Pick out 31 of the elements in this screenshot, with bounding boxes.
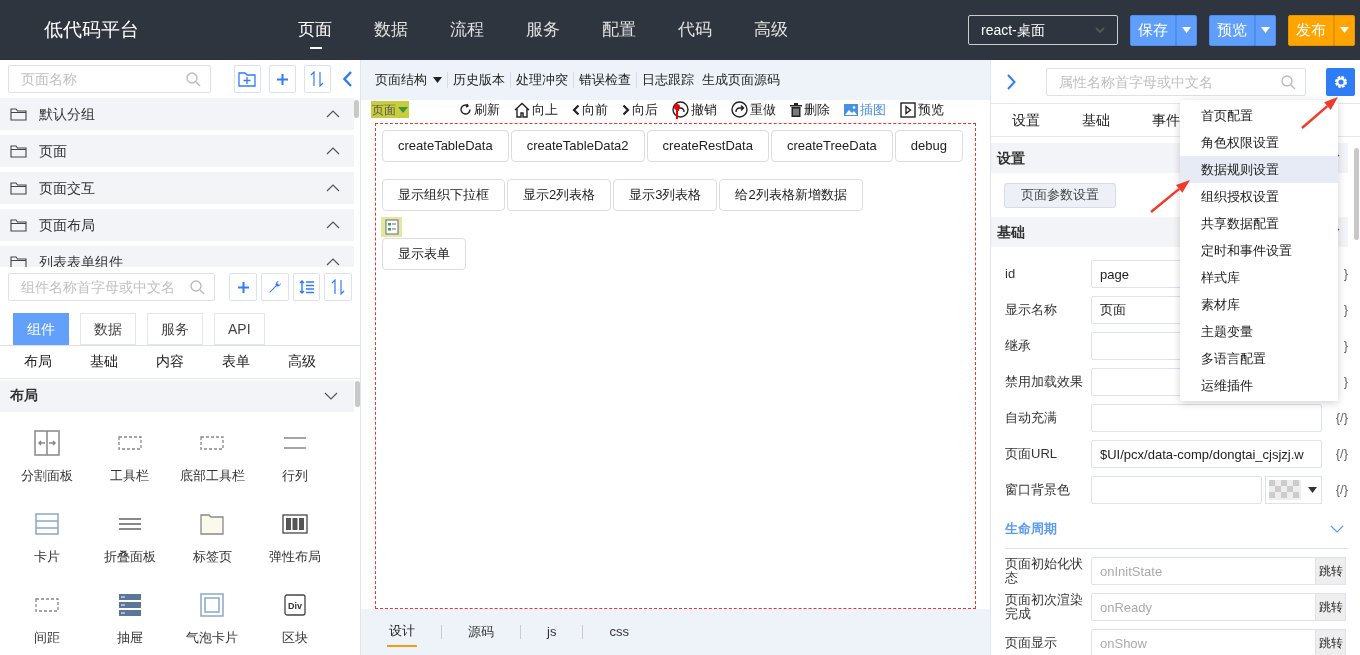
field-label: 继承 [1005, 337, 1032, 356]
component-label: 区块 [281, 629, 308, 647]
section-title: 基础 [997, 222, 1025, 242]
section-title: 布局 [10, 386, 38, 406]
component-label: 气泡卡片 [186, 629, 239, 647]
component-label: 工具栏 [110, 467, 150, 485]
component-label: 抽屉 [116, 629, 143, 647]
section-title: 生命周期 [1005, 519, 1057, 538]
field-label: 自动充满 [1005, 409, 1058, 428]
field-label: 页面URL [1005, 445, 1058, 464]
group-label: 页面 [39, 141, 67, 161]
group-label: 页面交互 [39, 178, 95, 198]
field-label: 窗口背景色 [1005, 481, 1071, 500]
component-label: 间距 [34, 629, 61, 647]
component-label: 底部工具栏 [179, 467, 245, 485]
event-label: 页面初始化状态 [1005, 557, 1084, 585]
component-label: 卡片 [34, 548, 61, 566]
component-label: 分割面板 [21, 467, 74, 485]
field-label: 显示名称 [1005, 301, 1058, 320]
component-label: 弹性布局 [268, 548, 321, 566]
group-label: 默认分组 [39, 104, 95, 124]
field-label: 禁用加载效果 [1005, 373, 1084, 392]
component-label: 标签页 [192, 548, 232, 566]
section-title: 设置 [997, 148, 1025, 168]
event-label: 页面初次渲染完成 [1005, 593, 1084, 621]
component-label: 折叠面板 [103, 548, 156, 566]
field-label: id [1005, 265, 1017, 284]
event-label: 页面显示 [1005, 636, 1058, 650]
group-label: 页面布局 [39, 215, 95, 235]
component-label: 行列 [281, 467, 308, 485]
app-title: 低代码平台 [43, 17, 140, 42]
